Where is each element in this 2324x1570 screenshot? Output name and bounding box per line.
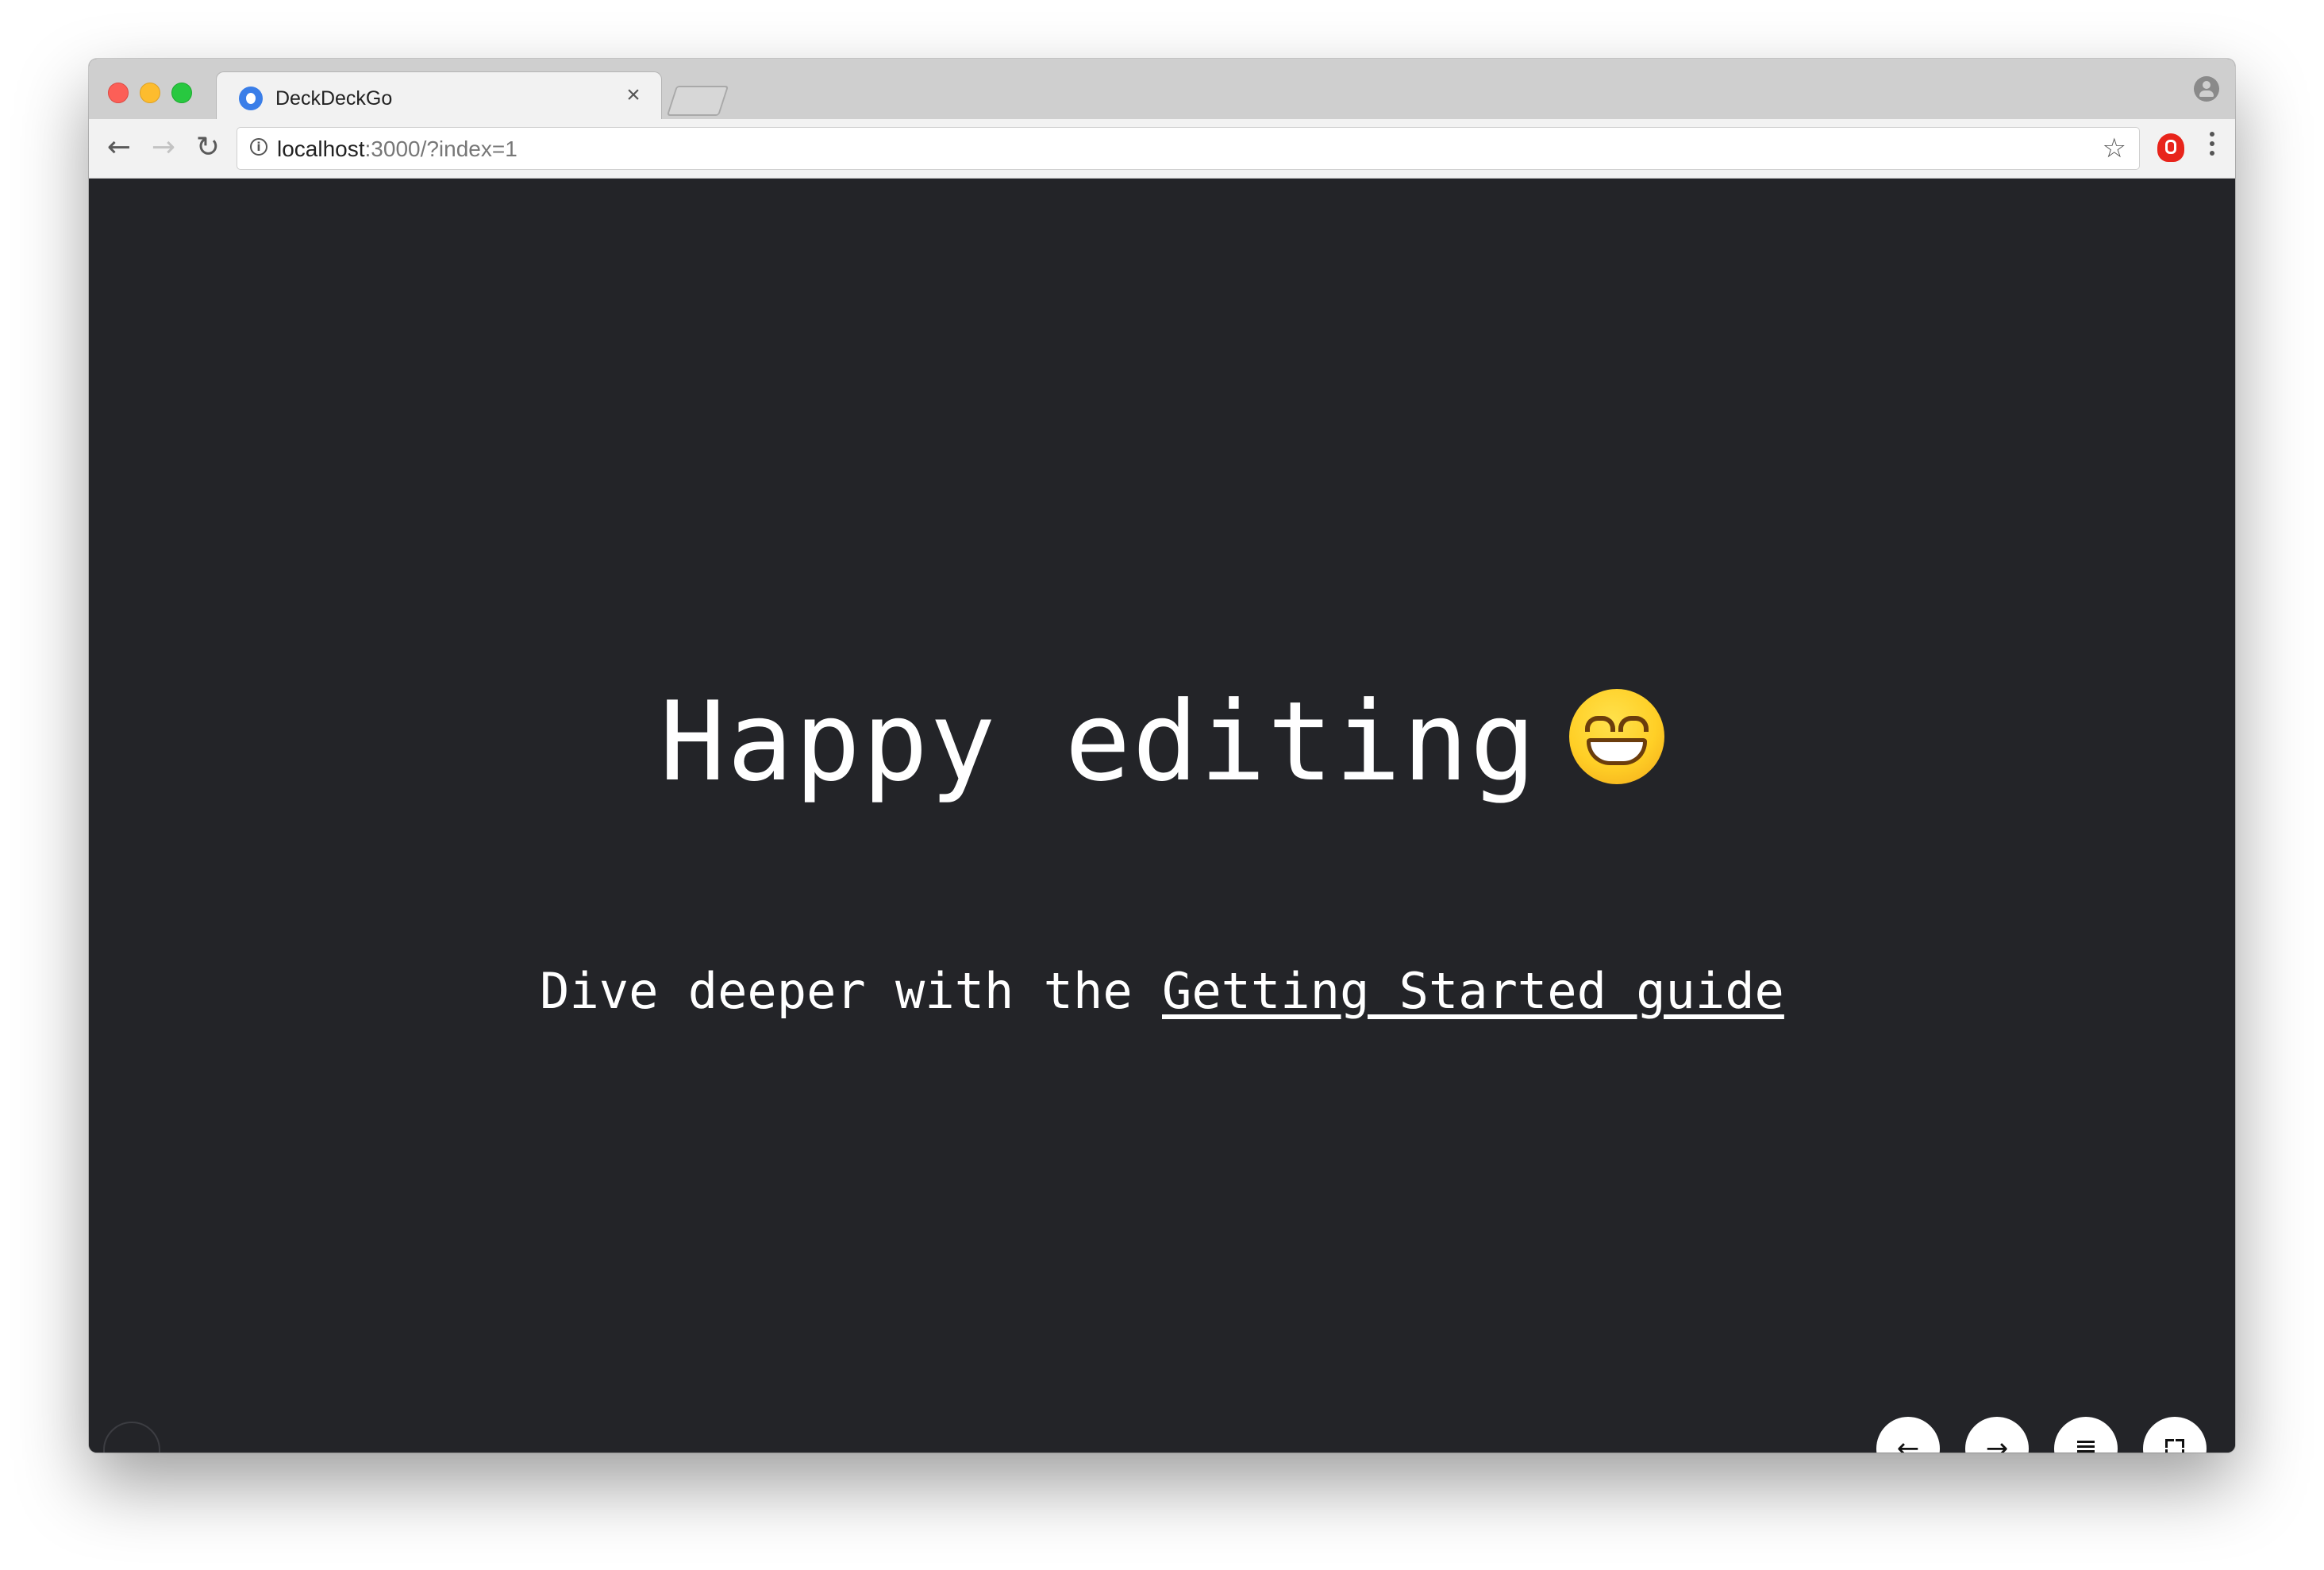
url-path: :3000/?index=1 xyxy=(364,137,518,161)
slide-title: Happy editing xyxy=(89,679,2235,806)
fullscreen-icon xyxy=(2165,1439,2184,1453)
notes-icon xyxy=(2077,1438,2095,1453)
tab-strip: DeckDeckGo × xyxy=(89,59,2235,121)
window-close-button[interactable] xyxy=(108,83,129,103)
subtitle-prefix: Dive deeper with the xyxy=(540,962,1162,1020)
fullscreen-button[interactable] xyxy=(2143,1417,2207,1453)
slide: Happy editing Dive deeper with the Getti… xyxy=(89,179,2235,1453)
profile-icon[interactable] xyxy=(2194,76,2219,102)
address-bar[interactable]: i localhost:3000/?index=1 ☆ xyxy=(237,127,2140,170)
arrow-right-icon: → xyxy=(1985,1433,2009,1453)
browser-window: DeckDeckGo × ← → ↻ i localhost:3000/?ind… xyxy=(89,59,2235,1453)
bookmark-star-icon[interactable]: ☆ xyxy=(2103,133,2126,164)
window-maximize-button[interactable] xyxy=(171,83,192,103)
slide-title-text: Happy editing xyxy=(659,678,1538,806)
url-host: localhost xyxy=(277,137,365,161)
url-text: localhost:3000/?index=1 xyxy=(277,137,518,162)
next-slide-button[interactable]: → xyxy=(1965,1417,2029,1453)
notes-button[interactable] xyxy=(2054,1417,2118,1453)
loading-spinner-icon xyxy=(103,1422,160,1453)
back-arrow-icon[interactable]: ← xyxy=(102,130,137,165)
getting-started-link[interactable]: Getting Started guide xyxy=(1162,962,1784,1020)
grinning-face-emoji-icon xyxy=(1569,689,1665,784)
extension-icon[interactable] xyxy=(2157,133,2184,162)
reload-icon[interactable]: ↻ xyxy=(190,130,225,165)
slide-subtitle: Dive deeper with the Getting Started gui… xyxy=(89,960,2235,1023)
tab-close-icon[interactable]: × xyxy=(621,82,645,108)
deckdeckgo-favicon-icon xyxy=(239,87,263,110)
menu-icon[interactable] xyxy=(2210,132,2216,164)
arrow-left-icon: ← xyxy=(1896,1433,1920,1453)
previous-slide-button[interactable]: ← xyxy=(1876,1417,1940,1453)
browser-toolbar: ← → ↻ i localhost:3000/?index=1 ☆ xyxy=(89,119,2235,179)
info-icon[interactable]: i xyxy=(250,138,267,156)
new-tab-button[interactable] xyxy=(666,86,729,116)
window-minimize-button[interactable] xyxy=(140,83,160,103)
forward-arrow-icon[interactable]: → xyxy=(146,130,181,165)
tab-title: DeckDeckGo xyxy=(275,87,393,110)
browser-tab[interactable]: DeckDeckGo × xyxy=(216,71,662,121)
